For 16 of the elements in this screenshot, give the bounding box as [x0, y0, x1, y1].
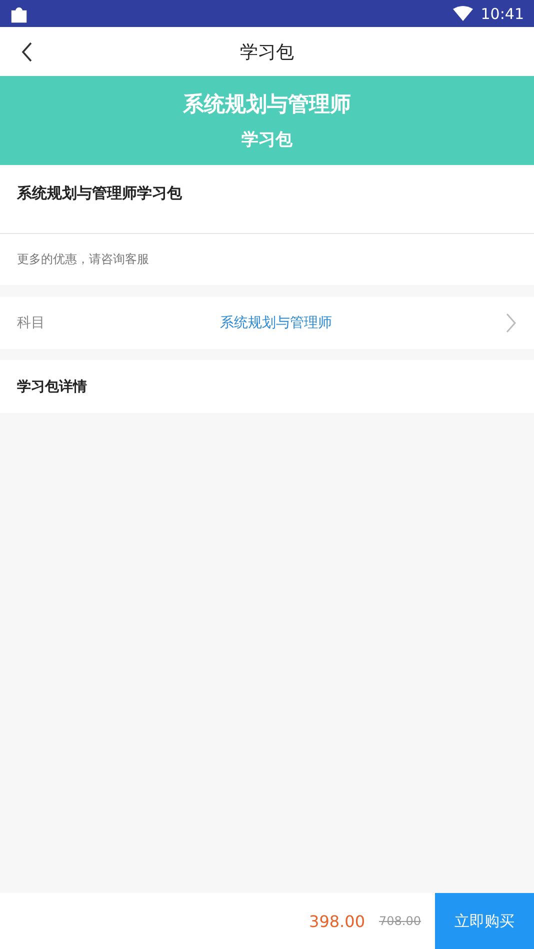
banner-subtitle: 学习包: [242, 129, 292, 151]
chevron-right-icon: [505, 312, 517, 334]
subject-value: 系统规划与管理师: [220, 314, 332, 332]
subject-label: 科目: [17, 314, 46, 332]
wifi-icon: [452, 6, 473, 21]
buy-button[interactable]: 立即购买: [435, 893, 534, 949]
price: 398.00: [309, 912, 365, 930]
package-name: 系统规划与管理师学习包: [0, 165, 534, 234]
discount-note: 更多的优惠，请咨询客服: [16, 251, 150, 268]
banner-title: 系统规划与管理师: [183, 91, 351, 118]
shopping-bag-icon: [10, 4, 28, 22]
clock: 10:41: [480, 4, 524, 22]
page-title: 学习包: [240, 40, 294, 64]
details-title: 学习包详情: [0, 360, 534, 413]
subject-row[interactable]: 科目 系统规划与管理师: [0, 297, 534, 349]
original-price: 708.00: [379, 914, 421, 928]
